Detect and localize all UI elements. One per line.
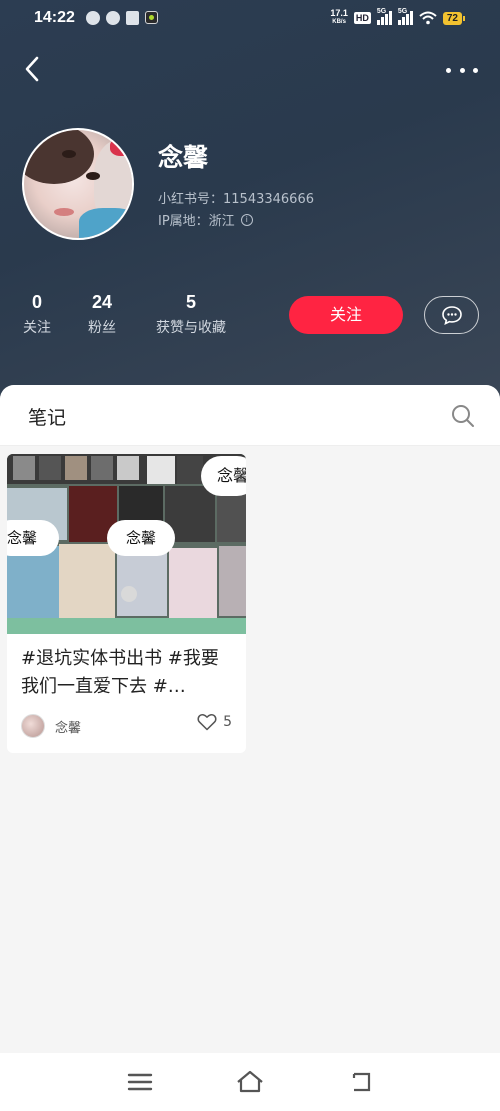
network-speed: 17.1 KB/s [330,9,348,27]
stat-following-count: 0 [31,292,42,312]
note-card[interactable]: 念馨 念馨 念馨 #退坑实体书出书 #我要我们一直爱下去 #… 念馨 5 [7,454,246,753]
hd-badge: HD [353,12,371,24]
status-bar: 14:22 17.1 KB/s HD 5G 5G 72 [0,0,500,38]
wifi-icon [419,11,437,25]
tab-notes[interactable]: 笔记 [28,403,66,430]
cover-bubble: 念馨 [201,456,246,496]
menu-icon [127,1073,153,1091]
profile-avatar[interactable] [22,128,134,240]
stat-likes-collections[interactable]: 5 获赞与收藏 [150,292,232,337]
wechat-icon [86,11,100,25]
video-app-icon [126,11,139,25]
stat-following[interactable]: 0 关注 [20,292,54,337]
stat-followers-label: 粉丝 [88,320,116,336]
status-time: 14:22 [34,9,75,26]
tab-bar: 笔记 [0,385,500,446]
chat-bubble-icon [441,306,462,325]
return-icon [352,1072,371,1092]
profile-username: 念馨 [158,143,209,172]
cover-bubble-text: 念馨 [125,529,156,547]
chevron-left-icon [25,56,39,82]
more-horizontal-icon [473,67,478,73]
more-horizontal-icon [459,67,465,73]
more-options-button[interactable] [446,60,478,80]
home-button[interactable] [235,1069,265,1095]
content-panel: 笔记 念馨 念馨 念馨 #退坑实体书出书 #我要我们一直爱下去 #… 念馨 5 [0,385,500,1053]
author-avatar [21,714,45,738]
note-title: #退坑实体书出书 #我要我们一直爱下去 #… [21,648,219,697]
like-count: 5 [223,714,232,730]
back-nav-button[interactable] [347,1069,377,1095]
stat-followers[interactable]: 24 粉丝 [82,292,122,337]
like-button[interactable]: 5 [197,713,232,731]
more-horizontal-icon [446,67,451,73]
net-speed-value: 17.1 [330,8,348,18]
profile-red-id: 小红书号：11543346666 [158,192,314,207]
search-icon [452,405,474,427]
signal-label: 5G [376,8,387,15]
battery-indicator: 72 [442,11,466,25]
status-notification-icons [86,11,158,25]
info-icon[interactable]: i [240,213,253,226]
ip-location-text: IP属地：浙江 [158,214,235,229]
menu-button[interactable] [125,1069,155,1095]
search-button[interactable] [450,403,476,429]
cover-bubble-text: 念馨 [7,529,38,547]
stat-following-label: 关注 [23,320,51,336]
follow-button[interactable]: 关注 [289,296,403,334]
cover-bubble: 念馨 [7,520,59,556]
signal-icon: 5G [397,8,413,25]
signal-label: 5G [397,8,408,15]
message-button[interactable] [424,296,479,334]
stat-followers-count: 24 [91,292,113,312]
net-speed-unit: KB/s [332,19,346,25]
status-indicators: 17.1 KB/s HD 5G 5G 72 [330,8,466,27]
app-notification-icon [145,11,158,24]
profile-ip-location: IP属地：浙江 i [158,210,253,229]
note-cover-image: 念馨 念馨 念馨 [7,454,246,634]
back-button[interactable] [20,54,48,84]
weibo-icon [106,11,120,25]
heart-icon [197,713,217,731]
note-author: 念馨 [55,721,82,736]
stat-likes-count: 5 [185,292,196,312]
stat-likes-label: 获赞与收藏 [156,320,226,336]
cover-bubble-text: 念馨 [217,466,246,485]
signal-icon: 5G [376,8,392,25]
cover-bubble: 念馨 [107,520,175,556]
home-icon [237,1070,263,1093]
system-navigation-bar [0,1053,500,1111]
